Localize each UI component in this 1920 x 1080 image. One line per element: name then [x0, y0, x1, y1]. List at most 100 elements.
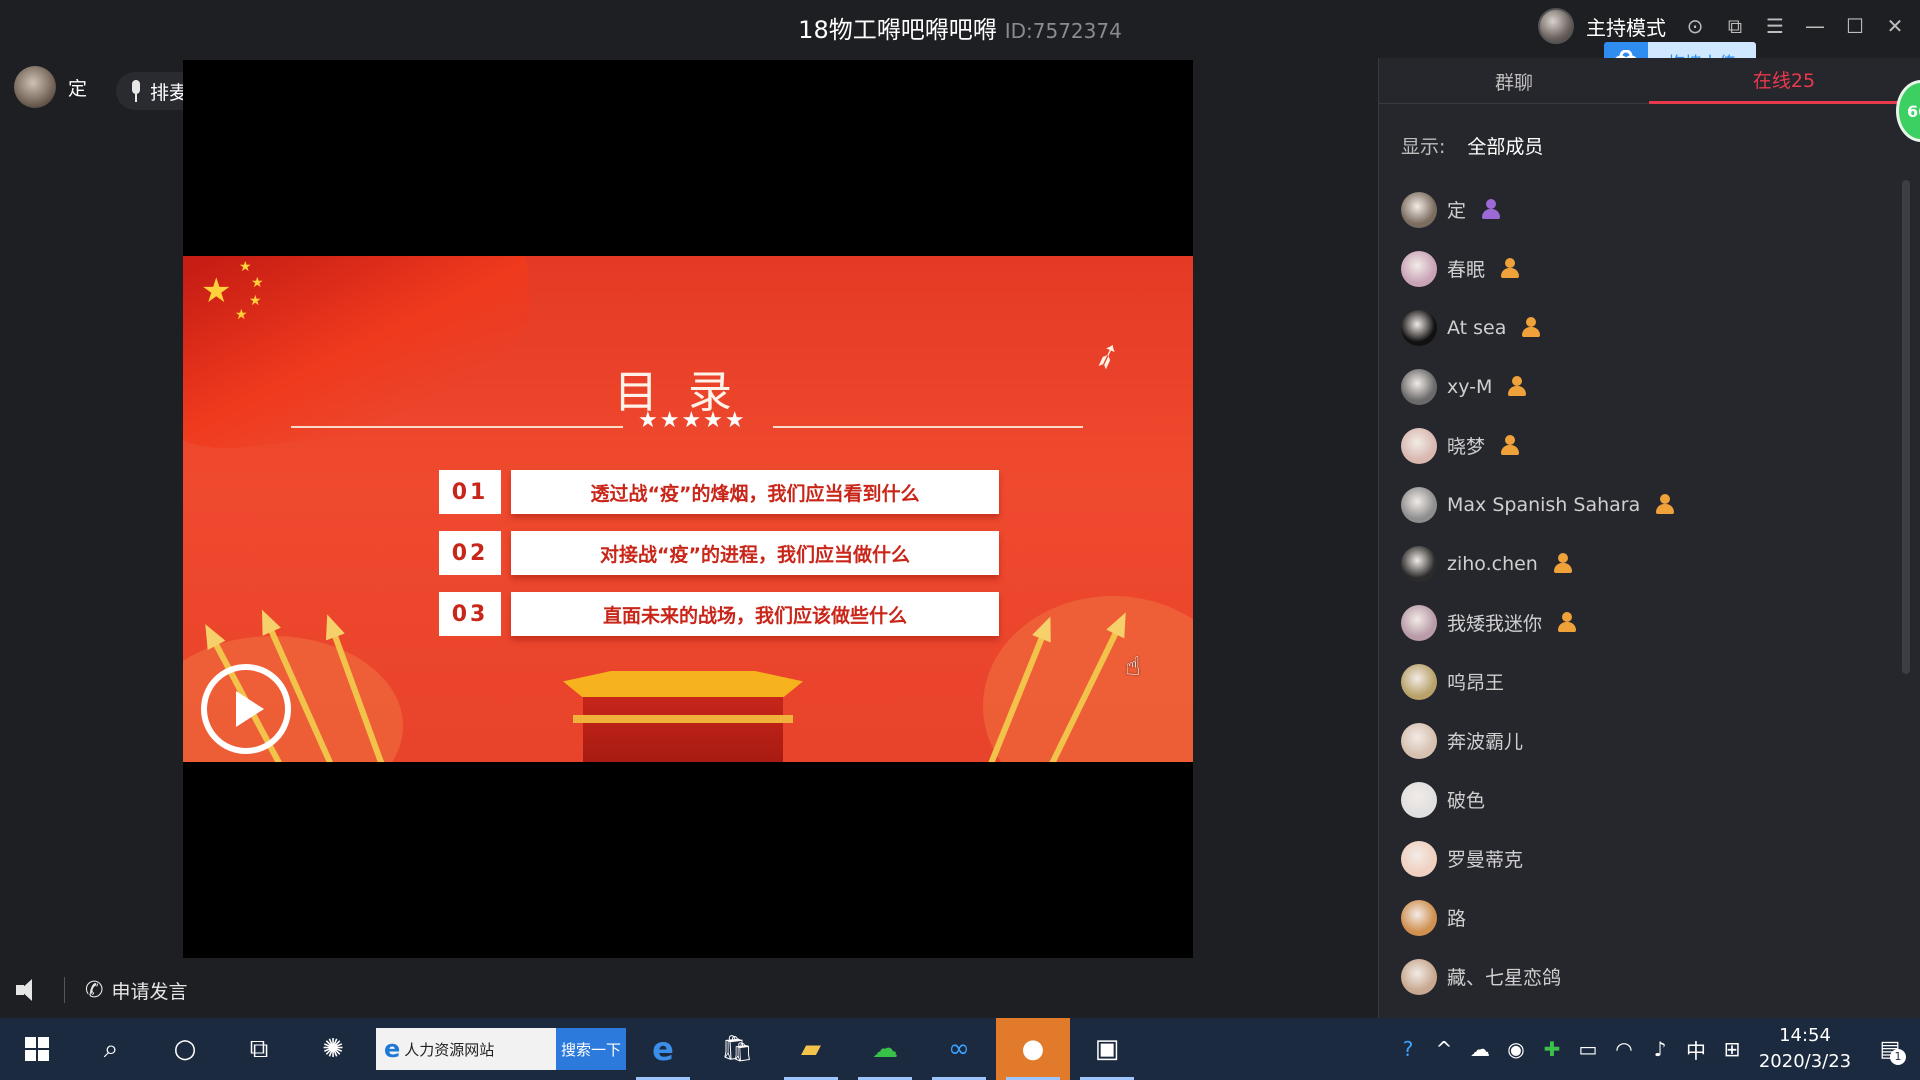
- scrollbar[interactable]: [1902, 180, 1910, 674]
- app-window-icon[interactable]: ▣: [1070, 1018, 1144, 1080]
- host-avatar[interactable]: [1538, 8, 1574, 44]
- member-item[interactable]: 春眠: [1401, 239, 1871, 298]
- member-item[interactable]: 晓梦: [1401, 416, 1871, 475]
- play-button[interactable]: [201, 664, 291, 754]
- member-item[interactable]: 我矮我迷你: [1401, 593, 1871, 652]
- member-name: 定: [1447, 200, 1467, 222]
- member-item[interactable]: 定: [1401, 180, 1871, 239]
- taskbar: ⌕ ○ ⧉ ✺ e 人力资源网站 搜索一下 e 🛍 ▰ ☁ ∞ ● ▣ ? ^ …: [0, 1018, 1920, 1080]
- keyboard-icon[interactable]: ⊞: [1714, 1037, 1750, 1061]
- member-item[interactable]: ziho.chen: [1401, 534, 1871, 593]
- tiananmen-decoration: [563, 671, 803, 762]
- role-badge-icon: [1482, 198, 1501, 221]
- avatar: [1401, 545, 1437, 582]
- apply-speak-button[interactable]: ✆ 申请发言: [85, 977, 187, 1004]
- tab-group-chat[interactable]: 群聊: [1379, 58, 1649, 104]
- wechat-icon[interactable]: ☁: [848, 1018, 922, 1080]
- star-icon: ★: [235, 307, 248, 323]
- star-icon: ★: [251, 275, 264, 291]
- role-badge-icon: [1522, 316, 1541, 339]
- filter-value[interactable]: 全部成员: [1467, 132, 1543, 159]
- avatar: [1401, 722, 1437, 759]
- battery-icon[interactable]: ▭: [1570, 1037, 1606, 1061]
- phone-icon: ✆: [85, 977, 104, 1003]
- member-name: 晓梦: [1447, 436, 1486, 458]
- notification-icon[interactable]: ▤ 1: [1860, 1037, 1920, 1065]
- member-item[interactable]: 奔波霸儿: [1401, 711, 1871, 770]
- volume-icon[interactable]: ♪: [1642, 1037, 1678, 1061]
- speaker-user[interactable]: 定: [14, 66, 87, 108]
- app-active-icon[interactable]: ●: [996, 1018, 1070, 1080]
- member-name: 奔波霸儿: [1447, 731, 1524, 753]
- clock[interactable]: 14:54 2020/3/23: [1750, 1023, 1860, 1075]
- avatar: [1401, 663, 1437, 700]
- search-icon[interactable]: ⌕: [74, 1018, 148, 1080]
- avatar: [14, 66, 56, 108]
- settings-icon[interactable]: ⊙: [1684, 15, 1706, 37]
- browser-search-input[interactable]: e 人力资源网站: [376, 1028, 556, 1070]
- member-item[interactable]: xy-M: [1401, 357, 1871, 416]
- speaker-name: 定: [68, 77, 88, 100]
- speaker-icon[interactable]: [14, 977, 44, 1003]
- tab-online[interactable]: 在线25: [1649, 58, 1919, 104]
- start-button[interactable]: [0, 1018, 74, 1080]
- toc-number: 01: [439, 470, 501, 514]
- window-controls: 主持模式 ⊙ ⧉ ☰ — ☐ ✕: [1538, 8, 1906, 44]
- file-explorer-icon[interactable]: ▰: [774, 1018, 848, 1080]
- help-icon[interactable]: ?: [1390, 1037, 1426, 1061]
- bottom-controls: ✆ 申请发言: [14, 974, 187, 1006]
- toc-number: 02: [439, 531, 501, 575]
- toc-number: 03: [439, 592, 501, 636]
- minimize-icon[interactable]: —: [1804, 15, 1826, 37]
- room-name: 18物工嘚吧嘚吧嘚: [798, 16, 997, 44]
- security-icon[interactable]: ✚: [1534, 1037, 1570, 1061]
- qq-icon[interactable]: ◉: [1498, 1037, 1534, 1061]
- menu-icon[interactable]: ☰: [1764, 15, 1786, 37]
- apply-speak-label: 申请发言: [111, 980, 188, 1003]
- onedrive-icon[interactable]: ☁: [1462, 1037, 1498, 1061]
- toc-text: 直面未来的战场，我们应该做些什么: [511, 592, 999, 636]
- app-icon[interactable]: ✺: [296, 1018, 370, 1080]
- wifi-icon[interactable]: ◠: [1606, 1037, 1642, 1061]
- role-badge-icon: [1656, 493, 1675, 516]
- member-name: 路: [1447, 908, 1467, 930]
- member-item[interactable]: At sea: [1401, 298, 1871, 357]
- chevron-up-icon[interactable]: ^: [1426, 1037, 1462, 1061]
- toc-item: 03 直面未来的战场，我们应该做些什么: [439, 592, 999, 636]
- baidu-netdisk-icon[interactable]: ∞: [922, 1018, 996, 1080]
- member-filter[interactable]: 显示: 全部成员: [1401, 132, 1543, 159]
- member-item[interactable]: 呜昂王: [1401, 652, 1871, 711]
- store-icon[interactable]: 🛍: [700, 1018, 774, 1080]
- toc-text: 透过战“疫”的烽烟，我们应当看到什么: [511, 470, 999, 514]
- member-item[interactable]: Max Spanish Sahara: [1401, 475, 1871, 534]
- cortana-icon[interactable]: ○: [148, 1018, 222, 1080]
- edge-icon[interactable]: e: [626, 1018, 700, 1080]
- role-badge-icon: [1553, 552, 1572, 575]
- divider: [64, 977, 65, 1003]
- popout-icon[interactable]: ⧉: [1724, 15, 1746, 37]
- avatar: [1401, 486, 1437, 523]
- member-item[interactable]: 破色: [1401, 770, 1871, 829]
- member-name: 春眠: [1447, 259, 1486, 281]
- windows-icon: [25, 1037, 49, 1061]
- star-icon: ★: [201, 271, 232, 311]
- member-item[interactable]: 路: [1401, 888, 1871, 947]
- avatar: [1401, 958, 1437, 995]
- avatar: [1401, 604, 1437, 641]
- time: 14:54: [1779, 1025, 1831, 1046]
- search-button[interactable]: 搜索一下: [556, 1028, 626, 1070]
- ime-indicator[interactable]: 中: [1678, 1035, 1714, 1064]
- video-area[interactable]: ★ ★ ★ ★ ★ 目录 ★★★★★ ➶ 01 透过战“疫”的烽烟，我们应当看到…: [183, 60, 1193, 958]
- member-name: 破色: [1447, 790, 1486, 812]
- close-icon[interactable]: ✕: [1884, 15, 1906, 37]
- avatar: [1401, 250, 1437, 287]
- task-view-icon[interactable]: ⧉: [222, 1018, 296, 1080]
- host-mode-label[interactable]: 主持模式: [1586, 12, 1666, 41]
- star-icon: ★: [249, 293, 262, 309]
- member-item[interactable]: 藏、七星恋鸽: [1401, 947, 1871, 1006]
- ie-icon: e: [384, 1035, 401, 1063]
- member-item[interactable]: 罗曼蒂克: [1401, 829, 1871, 888]
- member-name: At sea: [1447, 316, 1507, 339]
- room-id: ID:7572374: [1004, 19, 1122, 43]
- maximize-icon[interactable]: ☐: [1844, 15, 1866, 37]
